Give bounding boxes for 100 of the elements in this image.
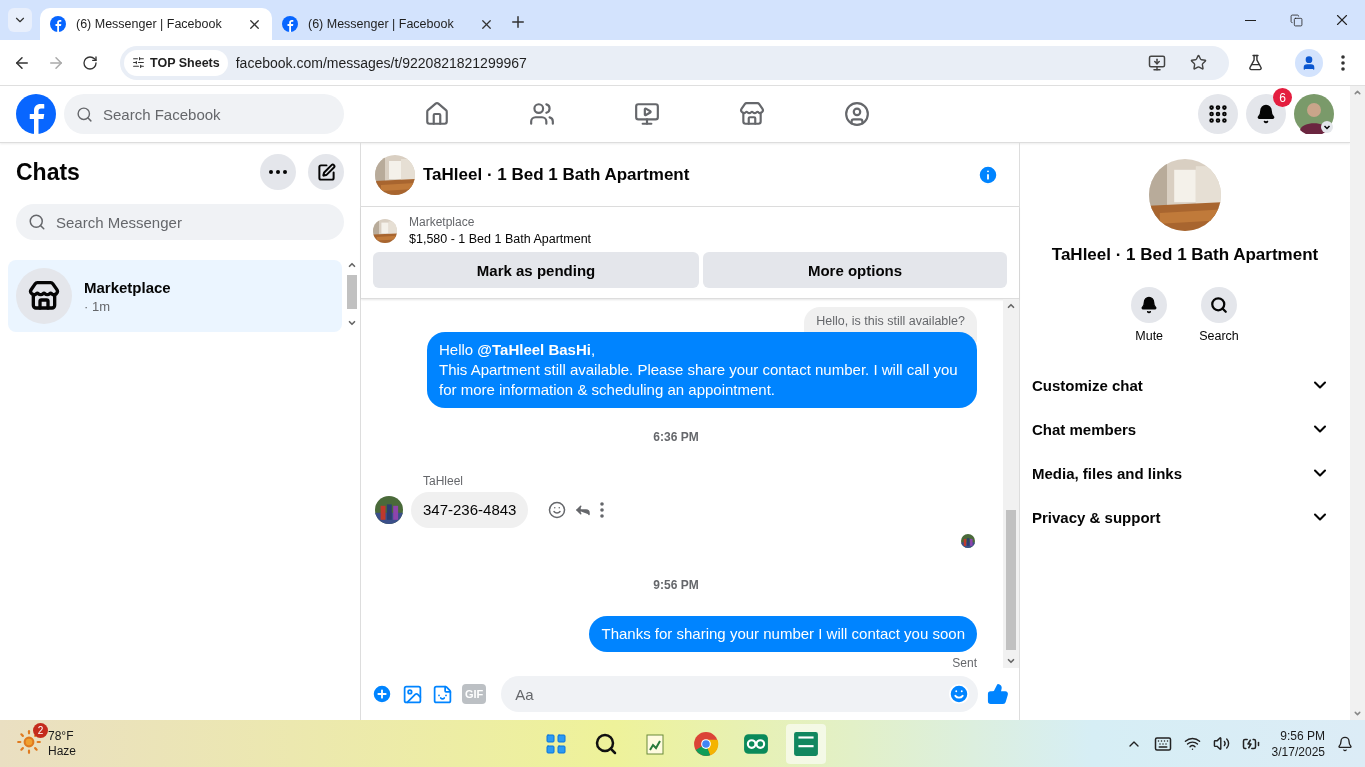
tune-icon: [132, 56, 145, 69]
speaker-icon[interactable]: [1212, 735, 1230, 752]
conversation-title: TaHleel · 1 Bed 1 Bath Apartment: [423, 164, 691, 185]
browser-tab[interactable]: (6) Messenger | Facebook: [272, 8, 504, 40]
keyboard-icon[interactable]: [1153, 734, 1172, 753]
temperature: 78°F: [48, 728, 75, 744]
message-bubble: Thanks for sharing your number I will contact you soon: [589, 616, 977, 652]
browser-tab[interactable]: (6) Messenger | Facebook: [40, 8, 272, 40]
scroll-down-icon: [1353, 709, 1362, 718]
thumbs-up-icon[interactable]: [987, 683, 1009, 705]
facebook-icon: [282, 16, 298, 32]
text-input[interactable]: Search Messenger: [54, 204, 332, 240]
friends-icon[interactable]: [529, 101, 555, 127]
sticker-icon[interactable]: [432, 683, 453, 705]
section-header[interactable]: Customize chat: [1024, 363, 1338, 407]
store-icon[interactable]: [739, 101, 765, 127]
action-label: Search: [1199, 329, 1239, 343]
bell-icon: [1256, 104, 1276, 124]
search-field[interactable]: Search Messenger: [16, 204, 344, 240]
scroll-down-icon: [1006, 656, 1016, 666]
chats-title: Chats: [16, 158, 81, 186]
wifi-icon[interactable]: [1183, 735, 1201, 752]
image-icon[interactable]: [402, 683, 423, 705]
scroll-up-icon: [1353, 88, 1362, 97]
video-icon[interactable]: [634, 101, 660, 127]
text-input[interactable]: Search Facebook: [101, 94, 332, 134]
facebook-icon: [50, 16, 66, 32]
reload-icon: [82, 54, 98, 71]
bookmark-star-icon[interactable]: [1190, 54, 1207, 71]
notification-icon[interactable]: [1337, 735, 1353, 752]
message-bubble: Hello @TaHleel BasHi, This Apartment still available. Please share your contact number. I will call you for more information & scheduling an appointment.: [427, 332, 977, 408]
bell-icon: [1140, 296, 1159, 314]
chat-title: TaHleel · 1 Bed 1 Bath Apartment: [1051, 245, 1319, 265]
info-icon[interactable]: [977, 163, 999, 186]
clock[interactable]: 9:56 PM 3/17/2025: [1271, 727, 1325, 760]
emoji-icon[interactable]: [948, 683, 970, 705]
listing-button[interactable]: More options: [703, 252, 1007, 288]
scroll-up-icon: [1006, 301, 1016, 311]
clock-time: 9:56 PM: [1279, 727, 1325, 744]
listing-title: $1,580 - 1 Bed 1 Bath Apartment: [409, 232, 592, 246]
chat-list-item[interactable]: Marketplace · 1m: [8, 260, 342, 332]
new-message-button[interactable]: [308, 154, 344, 190]
store-icon: [28, 280, 60, 312]
clock-date: 3/17/2025: [1271, 743, 1325, 760]
chrome-icon: [693, 730, 719, 757]
scrollbar-thumb[interactable]: [347, 275, 357, 309]
chat-time: · 1m: [84, 298, 111, 314]
search-icon: [76, 105, 93, 123]
scrollbar[interactable]: [1003, 299, 1019, 668]
app-icon: [793, 730, 819, 757]
url-text: facebook.com/messages/t/9220821821299967: [235, 54, 528, 71]
tab-title: (6) Messenger | Facebook: [76, 17, 223, 31]
menu-button[interactable]: [1198, 94, 1238, 134]
windows-icon: [544, 731, 568, 756]
menu-icon: [1341, 54, 1345, 71]
listing-source: Marketplace: [409, 215, 476, 229]
install-icon[interactable]: [1148, 53, 1166, 72]
weather-condition: Haze: [48, 743, 76, 759]
tab-search-button[interactable]: [8, 8, 32, 32]
site-info-chip[interactable]: TOP Sheets: [124, 49, 228, 76]
options-button[interactable]: [260, 154, 296, 190]
section-header[interactable]: Media, files and links: [1024, 451, 1338, 495]
message-status: Sent: [952, 656, 977, 670]
more-icon: [269, 170, 287, 174]
profile-avatar[interactable]: [1294, 94, 1334, 134]
section-header[interactable]: Chat members: [1024, 407, 1338, 451]
restore-icon: [1289, 13, 1303, 27]
react-icon[interactable]: [548, 501, 567, 519]
search-icon: [1210, 296, 1228, 314]
sender-name: TaHleel: [423, 474, 465, 488]
listing-button[interactable]: Mark as pending: [373, 252, 700, 288]
address-bar[interactable]: TOP Sheets facebook.com/messages/t/9220821821299967: [120, 45, 1229, 80]
notifications-button[interactable]: [1246, 94, 1286, 134]
groups-icon[interactable]: [844, 101, 870, 127]
search-button[interactable]: [1201, 287, 1237, 323]
home-icon[interactable]: [424, 101, 450, 127]
person-icon: [1301, 54, 1317, 71]
mute-button[interactable]: [1131, 287, 1168, 323]
scroll-down-icon: [347, 318, 357, 328]
profile-button[interactable]: [1295, 48, 1323, 77]
scrollbar-thumb[interactable]: [1006, 510, 1016, 650]
message-bubble: 347-236-4843: [411, 492, 529, 528]
facebook-logo[interactable]: [16, 94, 56, 134]
notification-badge: 6: [1273, 88, 1292, 107]
timestamp: 9:56 PM: [653, 578, 699, 592]
chat-name: Marketplace: [84, 278, 171, 296]
plus-icon[interactable]: [371, 683, 393, 705]
section-header[interactable]: Privacy & support: [1024, 495, 1338, 539]
search-icon: [28, 213, 46, 231]
tab-title: (6) Messenger | Facebook: [308, 17, 455, 31]
search-icon: [594, 731, 618, 756]
minimize-icon: [1244, 19, 1256, 21]
page-scrollbar[interactable]: [1350, 86, 1365, 720]
timestamp: 6:36 PM: [653, 430, 699, 444]
plus-icon: [509, 13, 527, 31]
more-icon[interactable]: [600, 502, 605, 518]
flask-icon: [1246, 54, 1264, 71]
app-button[interactable]: [786, 723, 826, 764]
action-label: Mute: [1135, 329, 1164, 343]
search-field[interactable]: Search Facebook: [64, 94, 344, 134]
